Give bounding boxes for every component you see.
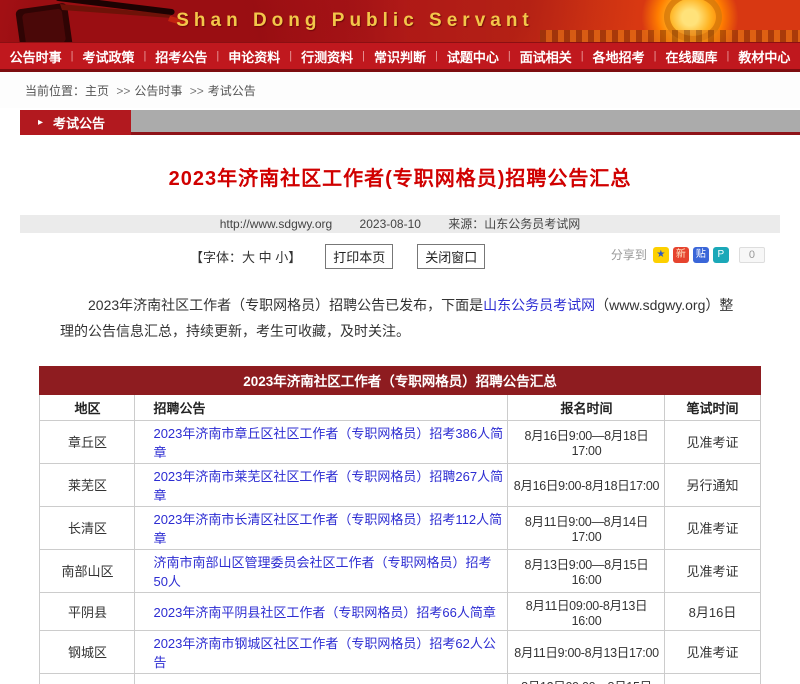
table-row: 章丘区 2023年济南市章丘区社区工作者（专职网格员）招考386人简章8月16日9… <box>40 420 760 463</box>
table-row: 新旧动能转换起步区2023年济南新旧动能转换起步区专职网格员招考56人简章8月1… <box>40 673 760 684</box>
table-title: 2023年济南社区工作者（专职网格员）招聘公告汇总 <box>40 366 760 394</box>
nav-item-8[interactable]: 试题中心 <box>438 47 508 66</box>
nav-item-4[interactable]: 招考公告 <box>146 47 216 66</box>
breadcrumb: 当前位置：主页 >> 公告时事 >> 考试公告 <box>0 72 800 108</box>
breadcrumb-category-link[interactable]: 公告时事 <box>134 84 182 98</box>
more-share-icon[interactable]: P <box>713 247 729 263</box>
site-title: Shan Dong Public Servant <box>0 0 710 42</box>
announcement-cell: 2023年济南市莱芜区社区工作者（专职网格员）招聘267人简章 <box>135 463 508 506</box>
announcement-cell: 2023年济南平阴县社区工作者（专职网格员）招考66人简章 <box>135 592 508 630</box>
breadcrumb-separator: >> <box>190 84 204 98</box>
publish-date: 2023-08-10 <box>360 217 421 231</box>
signup-time-cell: 8月12日09:00—8月15日16:00 <box>508 673 665 684</box>
share-label: 分享到 <box>611 246 647 263</box>
signup-time-cell: 8月11日9:00—8月14日17:00 <box>508 506 665 549</box>
nav-item-6[interactable]: 行测资料 <box>292 47 362 66</box>
font-size-selector[interactable]: 【字体：大 中 小】 <box>190 247 301 266</box>
section-bar: ▸ 考试公告 <box>20 110 800 135</box>
exam-time-cell: 8月16日 <box>665 592 760 630</box>
signup-time-cell: 8月13日9:00—8月15日16:00 <box>508 549 665 592</box>
breadcrumb-home-link[interactable]: 主页 <box>85 84 109 98</box>
signup-time-cell: 8月16日9:00—8月18日17:00 <box>508 420 665 463</box>
region-cell: 新旧动能转换起步区 <box>40 673 135 684</box>
announcement-link[interactable]: 济南市南部山区管理委员会社区工作者（专职网格员）招考50人 <box>153 555 491 589</box>
article-meta: http://www.sdgwy.org 2023-08-10 来源：山东公务员… <box>20 215 780 233</box>
announcement-link[interactable]: 2023年济南市章丘区社区工作者（专职网格员）招考386人简章 <box>153 426 503 460</box>
nav-item-2[interactable]: 公告时事 <box>1 47 71 66</box>
exam-time-cell: 见准考证 <box>665 549 760 592</box>
col-header-region: 地区 <box>40 394 135 420</box>
col-header-exam-time: 笔试时间 <box>665 394 760 420</box>
breadcrumb-separator: >> <box>116 84 130 98</box>
main-nav: 网站首页|公告时事|考试政策|招考公告|申论资料|行测资料|常识判断|试题中心|… <box>0 42 800 72</box>
exam-time-cell: 见准考证 <box>665 420 760 463</box>
announcement-link[interactable]: 2023年济南市莱芜区社区工作者（专职网格员）招聘267人简章 <box>153 469 503 503</box>
table-row: 长清区 2023年济南市长清区社区工作者（专职网格员）招考112人简章8月11日9… <box>40 506 760 549</box>
page-title: 2023年济南社区工作者(专职网格员)招聘公告汇总 <box>20 135 780 191</box>
signup-time-cell: 8月11日09:00-8月13日16:00 <box>508 592 665 630</box>
source-url-link[interactable]: http://www.sdgwy.org <box>220 217 333 231</box>
exam-time-cell: 8月19日 <box>665 673 760 684</box>
announcement-cell: 2023年济南市长清区社区工作者（专职网格员）招考112人简章 <box>135 506 508 549</box>
table-row: 平阴县 2023年济南平阴县社区工作者（专职网格员）招考66人简章 8月11日09:… <box>40 592 760 630</box>
share-bar: 分享到 ★新贴P 0 <box>611 246 765 263</box>
section-tab-label: 考试公告 <box>53 113 105 132</box>
table-row: 钢城区 2023年济南市钢城区社区工作者（专职网格员）招考62人公告 8月11日9:… <box>40 630 760 673</box>
intro-paragraph: 2023年济南社区工作者（专职网格员）招聘公告已发布，下面是山东公务员考试网（w… <box>60 293 740 345</box>
intro-text: 2023年济南社区工作者（专职网格员）招聘公告已发布，下面是 <box>88 297 483 313</box>
region-cell: 长清区 <box>40 506 135 549</box>
announcement-link[interactable]: 2023年济南市长清区社区工作者（专职网格员）招考112人简章 <box>153 512 502 546</box>
nav-item-5[interactable]: 申论资料 <box>219 47 289 66</box>
nav-item-12[interactable]: 教材中心 <box>729 47 799 66</box>
arrow-right-icon: ▸ <box>38 117 43 128</box>
signup-time-cell: 8月16日9:00-8月18日17:00 <box>508 463 665 506</box>
share-icons-container: ★新贴P <box>653 247 729 263</box>
announcement-table-body: 章丘区 2023年济南市章丘区社区工作者（专职网格员）招考386人简章8月16日9… <box>40 420 760 684</box>
nav-item-9[interactable]: 面试相关 <box>511 47 581 66</box>
tab-exam-announcements[interactable]: ▸ 考试公告 <box>20 110 131 135</box>
breadcrumb-label: 当前位置： <box>25 84 85 98</box>
tieba-share-icon[interactable]: 贴 <box>693 247 709 263</box>
sdgwy-site-link[interactable]: 山东公务员考试网 <box>483 297 595 313</box>
print-page-button[interactable]: 打印本页 <box>325 244 393 269</box>
table-row: 南部山区济南市南部山区管理委员会社区工作者（专职网格员）招考50人 8月13日9:… <box>40 549 760 592</box>
signup-time-cell: 8月11日9:00-8月13日17:00 <box>508 630 665 673</box>
exam-time-cell: 见准考证 <box>665 630 760 673</box>
region-cell: 南部山区 <box>40 549 135 592</box>
region-cell: 莱芜区 <box>40 463 135 506</box>
nav-item-10[interactable]: 各地招考 <box>584 47 654 66</box>
exam-time-cell: 见准考证 <box>665 506 760 549</box>
qzone-share-icon[interactable]: ★ <box>653 247 669 263</box>
region-cell: 钢城区 <box>40 630 135 673</box>
article-source: 来源：山东公务员考试网 <box>448 217 580 231</box>
nav-item-11[interactable]: 在线题库 <box>657 47 727 66</box>
announcement-cell: 2023年济南市章丘区社区工作者（专职网格员）招考386人简章 <box>135 420 508 463</box>
table-title-row: 2023年济南社区工作者（专职网格员）招聘公告汇总 <box>40 366 760 394</box>
nav-item-7[interactable]: 常识判断 <box>365 47 435 66</box>
share-count-badge: 0 <box>739 247 765 263</box>
breadcrumb-current-link[interactable]: 考试公告 <box>208 84 256 98</box>
region-cell: 平阴县 <box>40 592 135 630</box>
col-header-signup-time: 报名时间 <box>508 394 665 420</box>
announcement-link[interactable]: 2023年济南市钢城区社区工作者（专职网格员）招考62人公告 <box>153 636 495 670</box>
announcement-cell: 济南市南部山区管理委员会社区工作者（专职网格员）招考50人 <box>135 549 508 592</box>
announcement-table: 2023年济南社区工作者（专职网格员）招聘公告汇总 地区 招聘公告 报名时间 笔… <box>39 366 760 684</box>
table-header-row: 地区 招聘公告 报名时间 笔试时间 <box>40 394 760 420</box>
exam-time-cell: 另行通知 <box>665 463 760 506</box>
nav-item-3[interactable]: 考试政策 <box>74 47 144 66</box>
article-toolbar: 【字体：大 中 小】 打印本页 关闭窗口 分享到 ★新贴P 0 <box>20 244 780 268</box>
region-cell: 章丘区 <box>40 420 135 463</box>
announcement-cell: 2023年济南市钢城区社区工作者（专职网格员）招考62人公告 <box>135 630 508 673</box>
close-window-button[interactable]: 关闭窗口 <box>417 244 485 269</box>
weibo-share-icon[interactable]: 新 <box>673 247 689 263</box>
site-banner: Shan Dong Public Servant <box>0 0 800 42</box>
col-header-announcement: 招聘公告 <box>135 394 508 420</box>
article-content: 2023年济南社区工作者(专职网格员)招聘公告汇总 http://www.sdg… <box>20 135 780 684</box>
announcement-cell: 2023年济南新旧动能转换起步区专职网格员招考56人简章 <box>135 673 508 684</box>
announcement-link[interactable]: 2023年济南平阴县社区工作者（专职网格员）招考66人简章 <box>153 605 495 620</box>
table-row: 莱芜区 2023年济南市莱芜区社区工作者（专职网格员）招聘267人简章8月16日9… <box>40 463 760 506</box>
